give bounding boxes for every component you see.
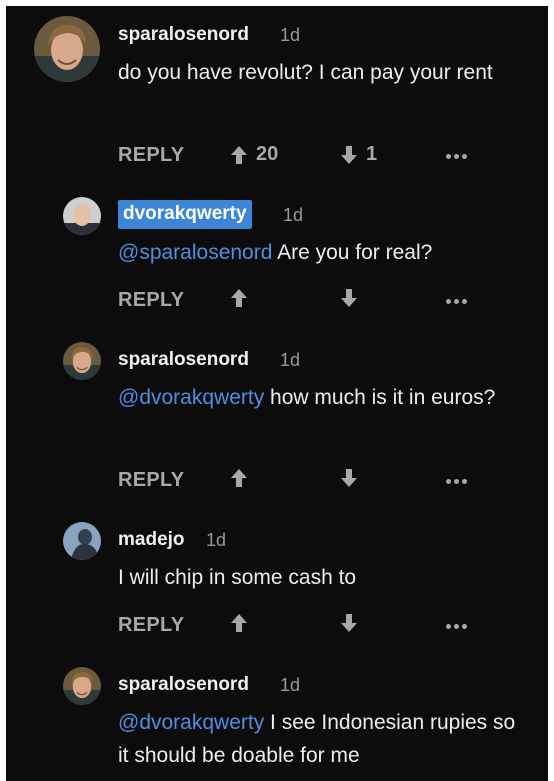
upvote-button[interactable]: 20	[230, 143, 278, 166]
avatar[interactable]	[34, 16, 100, 82]
avatar[interactable]	[63, 342, 101, 380]
username[interactable]: sparalosenord	[118, 24, 249, 46]
avatar-man-long-hair-icon	[34, 16, 100, 82]
avatar[interactable]	[63, 522, 101, 560]
username[interactable]: sparalosenord	[118, 349, 249, 371]
upvote-button[interactable]	[230, 613, 256, 633]
comment-text: how much is it in euros?	[264, 386, 496, 409]
username[interactable]: sparalosenord	[118, 674, 249, 696]
comment-3: sparalosenord 1d @dvorakqwerty how much …	[6, 331, 548, 511]
avatar-man-long-hair-icon	[63, 342, 101, 380]
dot-icon	[462, 479, 467, 484]
timestamp: 1d	[206, 530, 227, 550]
user-mention-link[interactable]: @sparalosenord	[118, 241, 272, 264]
user-mention-link[interactable]: @dvorakqwerty	[118, 386, 264, 409]
dot-icon	[462, 299, 467, 304]
arrow-up-icon	[231, 469, 247, 487]
more-options-button[interactable]	[446, 624, 467, 629]
arrow-down-icon	[341, 145, 357, 164]
avatar[interactable]	[63, 197, 101, 235]
arrow-up-icon	[231, 614, 247, 632]
user-mention-link[interactable]: @dvorakqwerty	[118, 711, 264, 734]
arrow-up-icon	[231, 289, 247, 307]
downvote-count: 1	[366, 143, 378, 165]
comment-2: dvorakqwerty 1d @sparalosenord Are you f…	[6, 186, 548, 331]
comment-body: @sparalosenord Are you for real?	[118, 236, 518, 269]
downvote-button[interactable]	[340, 288, 366, 308]
timestamp: 1d	[283, 205, 304, 225]
reply-button[interactable]: REPLY	[118, 144, 184, 167]
upvote-button[interactable]	[230, 288, 256, 308]
dot-icon	[462, 154, 467, 159]
dot-icon	[446, 479, 451, 484]
comment-4: madejo 1d I will chip in some cash to RE…	[6, 511, 548, 656]
avatar-dark-figure-icon	[63, 522, 101, 560]
downvote-button[interactable]: 1	[340, 143, 377, 166]
comment-5: sparalosenord 1d @dvorakqwerty I see Ind…	[6, 656, 548, 781]
downvote-button[interactable]	[340, 613, 366, 633]
comment-text: Are you for real?	[272, 241, 433, 264]
more-options-button[interactable]	[446, 479, 467, 484]
more-options-button[interactable]	[446, 299, 467, 304]
arrow-down-icon	[341, 614, 357, 632]
dot-icon	[462, 624, 467, 629]
upvote-button[interactable]	[230, 468, 256, 488]
avatar-man-long-hair-icon	[63, 667, 101, 705]
dot-icon	[454, 299, 459, 304]
comment-1: sparalosenord 1d do you have revolut? I …	[6, 6, 548, 186]
avatar-man-suit-icon	[63, 197, 101, 235]
arrow-up-icon	[231, 145, 247, 164]
reply-button[interactable]: REPLY	[118, 469, 184, 492]
username[interactable]: dvorakqwerty	[118, 200, 252, 229]
arrow-down-icon	[341, 469, 357, 487]
dot-icon	[446, 154, 451, 159]
dot-icon	[454, 154, 459, 159]
timestamp: 1d	[280, 675, 301, 695]
comment-thread: sparalosenord 1d do you have revolut? I …	[6, 6, 548, 781]
comment-body: do you have revolut? I can pay your rent	[118, 61, 493, 84]
more-options-button[interactable]	[446, 154, 467, 159]
comment-body: I will chip in some cash to	[118, 566, 357, 589]
arrow-down-icon	[341, 289, 357, 307]
timestamp: 1d	[280, 350, 301, 370]
dot-icon	[454, 624, 459, 629]
dot-icon	[446, 624, 451, 629]
comment-body: @dvorakqwerty I see Indonesian rupies so…	[118, 706, 528, 772]
reply-button[interactable]: REPLY	[118, 289, 184, 312]
reply-button[interactable]: REPLY	[118, 614, 184, 637]
dot-icon	[454, 479, 459, 484]
dot-icon	[446, 299, 451, 304]
timestamp: 1d	[280, 25, 301, 45]
avatar[interactable]	[63, 667, 101, 705]
comment-body: @dvorakqwerty how much is it in euros?	[118, 381, 508, 414]
username[interactable]: madejo	[118, 529, 185, 551]
upvote-count: 20	[256, 143, 279, 165]
downvote-button[interactable]	[340, 468, 366, 488]
